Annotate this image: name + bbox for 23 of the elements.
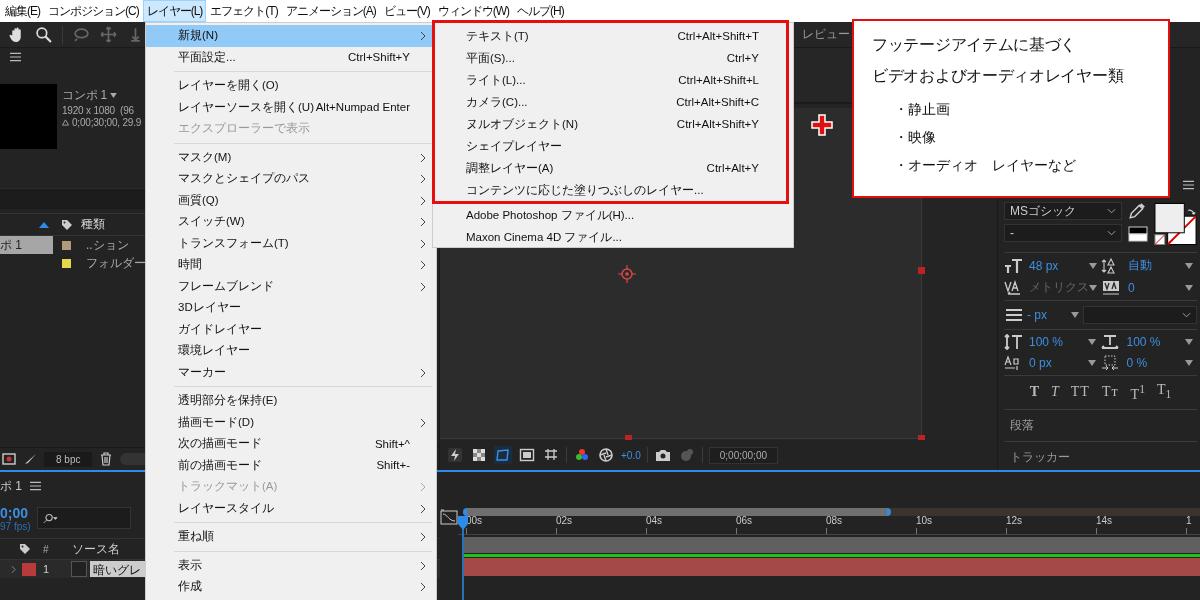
- callout-bullet: ・静止画: [894, 100, 951, 119]
- frame-rate: 97 fps): [0, 520, 31, 532]
- comp-name: コンポ 1: [62, 87, 107, 104]
- item-type: ..ション: [86, 236, 129, 254]
- item-type: フォルダー: [86, 254, 146, 272]
- callout-bullet: ・オーディオ レイヤーなど: [894, 156, 1077, 175]
- column-header: #: [43, 543, 49, 555]
- time-label: 04s: [646, 516, 663, 526]
- time-label: 10s: [916, 516, 933, 526]
- callout-heading: ビデオおよびオーディオレイヤー類: [872, 66, 1125, 86]
- time-label: 08s: [826, 516, 843, 526]
- comp-duration: 0;00;30;00, 29.9: [72, 117, 142, 128]
- item-name: ポ 1: [0, 236, 22, 254]
- layer-number: 1: [43, 563, 50, 575]
- callout-bullet: ・映像: [894, 128, 937, 147]
- time-label: 1: [1186, 516, 1192, 526]
- time-label: 14s: [1096, 516, 1113, 526]
- callout-heading: フッテージアイテムに基づく: [872, 35, 1078, 55]
- time-label: 02s: [556, 516, 573, 526]
- column-header: ソース名: [71, 540, 120, 558]
- comp-size: 1920 x 1080 (96: [62, 105, 135, 116]
- time-label: 06s: [736, 516, 753, 526]
- time-label: 12s: [1006, 516, 1023, 526]
